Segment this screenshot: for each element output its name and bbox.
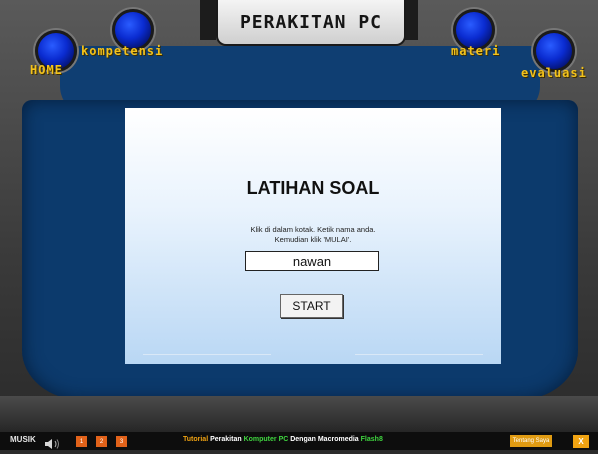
close-button[interactable]: X [573, 435, 589, 448]
music-track-2-button[interactable]: 2 [96, 436, 107, 447]
footer-tagline: Tutorial Perakitan Komputer PC Dengan Ma… [183, 436, 383, 443]
kompetensi-nav-label[interactable]: kompetensi [81, 44, 163, 58]
quiz-instruction: Klik di dalam kotak. Ketik nama anda. Ke… [250, 225, 376, 244]
music-track-3-button[interactable]: 3 [116, 436, 127, 447]
speaker-icon[interactable] [44, 435, 62, 454]
materi-nav-label[interactable]: materi [451, 44, 500, 58]
title-tab-left [200, 0, 216, 40]
home-nav-label[interactable]: HOME [30, 63, 63, 77]
music-track-1-button[interactable]: 1 [76, 436, 87, 447]
tagline-part-5: Flash8 [360, 436, 383, 443]
evaluasi-nav-label[interactable]: evaluasi [521, 66, 587, 80]
start-button[interactable]: START [280, 294, 343, 318]
app-title-plate: PERAKITAN PC [216, 0, 406, 46]
panel-divider-right [355, 354, 483, 355]
footer-bar: MUSIK 1 2 3 Tutorial Perakitan Komputer … [0, 432, 598, 450]
tagline-part-2: Perakitan [210, 436, 244, 443]
frame-bottom-bar [0, 396, 598, 432]
name-input[interactable] [245, 251, 379, 271]
musik-label: MUSIK [10, 435, 36, 444]
tagline-part-1: Tutorial [183, 436, 211, 443]
about-me-button[interactable]: Tentang Saya [510, 435, 552, 447]
quiz-title: LATIHAN SOAL [246, 178, 380, 198]
tagline-part-3: Komputer PC [243, 436, 291, 443]
tagline-part-4: Dengan Macromedia [290, 436, 361, 443]
panel-divider-left [143, 354, 271, 355]
app-title: PERAKITAN PC [239, 11, 383, 33]
quiz-panel: LATIHAN SOAL Klik di dalam kotak. Ketik … [125, 108, 501, 364]
